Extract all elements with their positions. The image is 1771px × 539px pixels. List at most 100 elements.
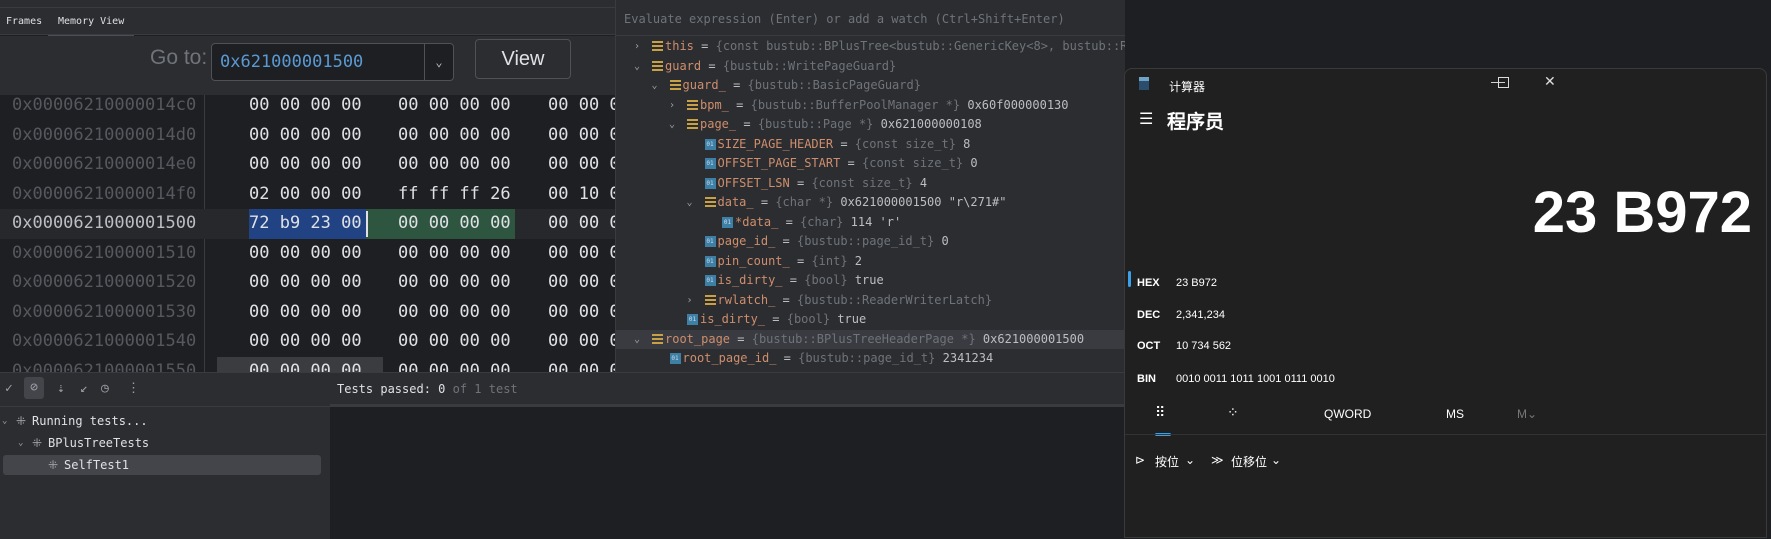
test-tree-item[interactable]: ⌄ ⁜ Running tests... <box>0 411 320 431</box>
hex-group[interactable]: 00 00 00 00 <box>398 209 511 239</box>
calculator-app-icon <box>1139 77 1149 90</box>
hex-group[interactable]: 00 00 00 00 <box>398 91 511 121</box>
variable-row[interactable]: › bpm_ = {bustub::BufferPoolManager *} 0x… <box>616 96 1125 116</box>
hex-group[interactable]: 00 00 00 00 <box>398 357 511 373</box>
expand-arrow-icon[interactable]: ⌄ <box>687 193 693 213</box>
expand-arrow-icon[interactable]: › <box>687 291 693 311</box>
hex-group[interactable]: 00 00 00 00 <box>548 268 615 298</box>
chevron-down-icon[interactable]: ⌄ <box>424 44 453 80</box>
bitwise-icon: ⊳ <box>1135 453 1146 467</box>
variable-row[interactable]: 01 is_dirty_ = {bool} true <box>616 310 1125 330</box>
memory-store-button[interactable]: MS <box>1446 407 1464 421</box>
memory-list-button[interactable]: M⌄ <box>1517 407 1537 421</box>
expand-arrow-icon[interactable]: › <box>669 96 675 116</box>
variable-row[interactable]: 01 OFFSET_PAGE_START = {const size_t} 0 <box>616 154 1125 174</box>
radix-row-hex[interactable]: HEX 23 B972 <box>1125 271 1765 307</box>
hex-group[interactable]: 02 00 00 00 <box>249 180 362 210</box>
hex-group[interactable]: 00 00 00 00 <box>548 239 615 269</box>
variable-row[interactable]: › this = {const bustub::BPlusTree<bustub:… <box>616 37 1125 57</box>
radix-row-oct[interactable]: OCT 10 734 562 <box>1125 340 1765 370</box>
history-icon[interactable]: ◷ <box>101 381 109 396</box>
memory-address: 0x00006210000014c0 <box>12 95 197 115</box>
hex-group[interactable]: 00 00 00 00 <box>548 91 615 121</box>
hex-group[interactable]: 00 00 00 00 <box>398 239 511 269</box>
hex-group[interactable]: 00 00 00 00 <box>398 268 511 298</box>
evaluate-expression-input[interactable]: Evaluate expression (Enter) or add a wat… <box>616 8 1125 36</box>
hex-group[interactable]: 00 00 00 00 <box>249 150 362 180</box>
variable-row[interactable]: ⌄ guard_ = {bustub::BasicPageGuard} <box>616 76 1125 96</box>
variable-name: data_ <box>717 195 754 209</box>
hex-group[interactable]: 00 00 00 00 <box>548 357 615 373</box>
check-icon[interactable]: ✓ <box>5 381 13 396</box>
hex-group[interactable]: 00 00 00 00 <box>249 268 362 298</box>
goto-address-input[interactable]: 0x621000001500 ⌄ <box>211 43 454 81</box>
view-button[interactable]: View <box>475 39 571 79</box>
variable-row[interactable]: ⌄ page_ = {bustub::Page *} 0x621000000108 <box>616 115 1125 135</box>
expand-arrow-icon[interactable]: ⌄ <box>669 115 675 135</box>
word-size-button[interactable]: QWORD <box>1324 407 1371 421</box>
hex-group[interactable]: 00 00 00 00 <box>249 357 362 373</box>
variable-type: {char} <box>800 214 844 229</box>
stop-icon[interactable]: ⊘ <box>24 377 44 399</box>
tab-frames[interactable]: Frames <box>6 16 42 27</box>
variable-row[interactable]: 01 root_page_id_ = {bustub::page_id_t} 23… <box>616 349 1125 369</box>
expand-arrow-icon[interactable]: ⌄ <box>652 76 658 96</box>
collapse-icon[interactable]: ↙ <box>80 381 88 396</box>
hex-group[interactable]: 00 00 00 00 <box>249 121 362 151</box>
hex-group[interactable]: 00 00 00 00 <box>398 150 511 180</box>
memory-row: 0x00006210000014e0 00 00 00 00 00 00 00 … <box>0 150 615 180</box>
expand-arrow-icon[interactable]: › <box>634 37 640 57</box>
variable-row[interactable]: 01 is_dirty_ = {bool} true <box>616 271 1125 291</box>
spinner-icon: ⁜ <box>16 414 27 428</box>
goto-address-value[interactable]: 0x621000001500 <box>220 52 363 72</box>
chevron-down-icon[interactable]: ⌄ <box>1185 453 1195 467</box>
bitwise-dropdown[interactable]: 按位 <box>1155 453 1179 470</box>
variable-row[interactable]: 01 OFFSET_LSN = {const size_t} 4 <box>616 174 1125 194</box>
expand-arrow-icon[interactable]: ⌄ <box>2 411 7 431</box>
hex-group[interactable]: 00 00 00 00 <box>249 239 362 269</box>
variable-row[interactable]: ⌄ data_ = {char *} 0x621000001500 "r\271#… <box>616 193 1125 213</box>
hex-group[interactable]: 72 b9 23 00 <box>249 209 362 239</box>
variable-row[interactable]: ⌄ guard = {bustub::WritePageGuard} <box>616 57 1125 77</box>
radix-row-bin[interactable]: BIN 0010 0011 1011 1001 0111 0010 <box>1125 373 1765 403</box>
tab-memory-view[interactable]: Memory View <box>47 16 135 37</box>
hex-group[interactable]: 00 00 00 00 <box>548 327 615 357</box>
hex-group[interactable]: 00 00 00 00 <box>249 327 362 357</box>
bitshift-dropdown[interactable]: 位移位 <box>1231 453 1267 470</box>
hex-group[interactable]: 00 00 00 00 <box>548 121 615 151</box>
test-tree-item[interactable]: ⌄ ⁜ BPlusTreeTests <box>0 433 320 453</box>
hex-group[interactable]: 00 00 00 00 <box>548 150 615 180</box>
calculator-window: 计算器 — ✕ ☰ 程序员 23 B972 HEX 23 B972 DEC 2,341… <box>1124 68 1767 538</box>
expand-arrow-icon[interactable]: ⌄ <box>18 433 23 453</box>
variable-row[interactable]: 01 *data_ = {char} 114 'r' <box>616 213 1125 233</box>
expand-arrow-icon[interactable]: ⌄ <box>634 57 640 77</box>
more-icon[interactable]: ⋮ <box>127 381 140 396</box>
variable-row[interactable]: ⌄ root_page = {bustub::BPlusTreeHeaderPag… <box>616 329 1125 350</box>
maximize-icon[interactable] <box>1498 77 1509 88</box>
bit-toggle-keypad-icon[interactable]: ⁘ <box>1227 404 1239 421</box>
menu-icon[interactable]: ☰ <box>1139 109 1153 129</box>
expand-arrow-icon[interactable]: ⌄ <box>634 330 640 350</box>
full-keypad-icon[interactable]: ⠿ <box>1155 404 1165 421</box>
hex-group[interactable]: ff ff ff 26 <box>398 180 511 210</box>
hex-group[interactable]: 00 00 00 00 <box>398 121 511 151</box>
radix-label: HEX <box>1137 277 1160 289</box>
test-toolbar: ✓ ⊘ ⇣ ↙ ◷ ⋮ <box>0 373 330 407</box>
variable-row[interactable]: › rwlatch_ = {bustub::ReaderWriterLatch} <box>616 291 1125 311</box>
radix-row-dec[interactable]: DEC 2,341,234 <box>1125 309 1765 339</box>
hex-group[interactable]: 00 00 00 00 <box>249 91 362 121</box>
hex-group[interactable]: 00 10 00 00 <box>548 180 615 210</box>
hex-group[interactable]: 00 00 00 00 <box>548 209 615 239</box>
hex-group[interactable]: 00 00 00 00 <box>249 298 362 328</box>
sort-icon[interactable]: ⇣ <box>57 381 65 396</box>
variable-value: 2 <box>854 253 863 268</box>
chevron-down-icon[interactable]: ⌄ <box>1271 453 1281 467</box>
hex-group[interactable]: 00 00 00 00 <box>398 327 511 357</box>
variable-row[interactable]: 01 pin_count_ = {int} 2 <box>616 252 1125 272</box>
hex-group[interactable]: 00 00 00 00 <box>398 298 511 328</box>
variable-row[interactable]: 01 page_id_ = {bustub::page_id_t} 0 <box>616 232 1125 252</box>
close-icon[interactable]: ✕ <box>1544 73 1556 90</box>
variable-row[interactable]: 01 SIZE_PAGE_HEADER = {const size_t} 8 <box>616 135 1125 155</box>
hex-group[interactable]: 00 00 00 00 <box>548 298 615 328</box>
test-tree-item[interactable]: ⁜ SelfTest1 <box>3 455 321 475</box>
